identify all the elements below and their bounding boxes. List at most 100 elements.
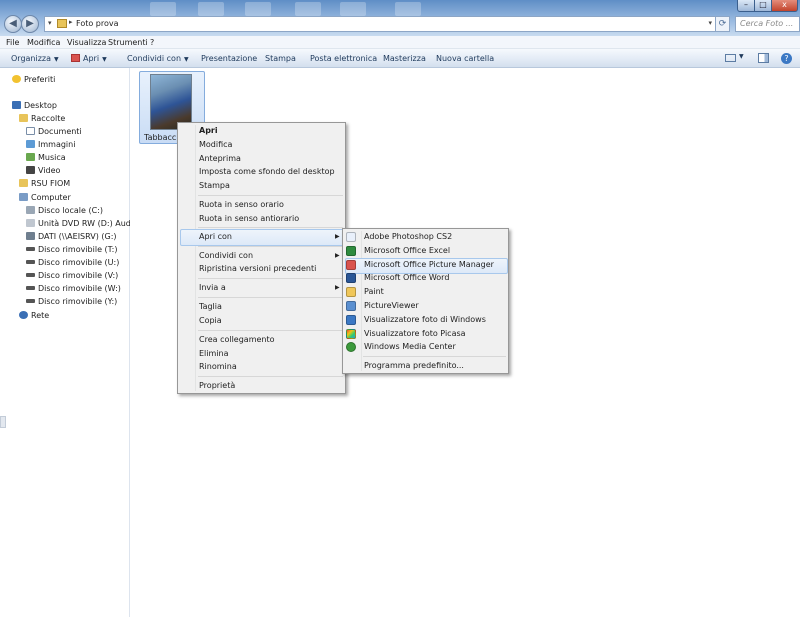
ctx-imposta-sfondo[interactable]: Imposta come sfondo del desktop xyxy=(199,165,335,178)
chevron-down-icon[interactable]: ▼ xyxy=(739,53,744,60)
nav-documenti[interactable]: Documenti xyxy=(26,126,82,138)
nav-label: Musica xyxy=(38,153,66,162)
network-drive-icon xyxy=(26,232,35,240)
ctx-ripristina[interactable]: Ripristina versioni precedenti xyxy=(199,262,316,275)
submenu-arrow-icon: ▶ xyxy=(335,284,340,291)
menu-file[interactable]: File xyxy=(6,37,19,48)
menu-gutter xyxy=(361,231,362,371)
app-excel[interactable]: Microsoft Office Excel xyxy=(364,244,450,257)
ctx-modifica[interactable]: Modifica xyxy=(199,138,232,151)
nav-label: Disco rimovibile (W:) xyxy=(38,284,121,293)
app-pictureviewer[interactable]: PictureViewer xyxy=(364,299,419,312)
ctx-crea-collegamento[interactable]: Crea collegamento xyxy=(199,333,275,346)
removable-drive-icon xyxy=(26,247,35,251)
app-media-center[interactable]: Windows Media Center xyxy=(364,340,456,353)
refresh-icon[interactable]: ⟳ xyxy=(716,16,730,32)
nav-user[interactable]: RSU FIOM xyxy=(19,178,70,190)
pane-splitter-handle[interactable] xyxy=(0,416,6,428)
ctx-copia[interactable]: Copia xyxy=(199,314,222,327)
menu-visualizza[interactable]: Visualizza xyxy=(67,37,106,48)
help-icon[interactable]: ? xyxy=(781,53,792,64)
taskbar-ghost-icon xyxy=(395,2,421,16)
condividi-button[interactable]: Condividi con ▼ xyxy=(127,53,189,65)
nav-drive-t[interactable]: Disco rimovibile (T:) xyxy=(26,244,117,256)
address-dropdown-icon[interactable]: ▾ xyxy=(708,19,712,27)
nav-network[interactable]: Rete xyxy=(19,310,49,322)
open-with-submenu: Adobe Photoshop CS2 Microsoft Office Exc… xyxy=(342,228,509,374)
menu-strumenti[interactable]: Strumenti xyxy=(108,37,148,48)
menu-separator xyxy=(363,356,506,357)
view-options-icon[interactable] xyxy=(725,54,736,62)
ctx-elimina[interactable]: Elimina xyxy=(199,347,229,360)
maximize-button[interactable]: □ xyxy=(754,0,772,12)
nuova-cartella-button[interactable]: Nuova cartella xyxy=(436,53,494,64)
ctx-apri-con[interactable]: Apri con xyxy=(199,230,232,243)
nav-drive-g[interactable]: DATI (\\AEISRV) (G:) xyxy=(26,231,117,243)
pictures-icon xyxy=(26,140,35,148)
back-arrow-icon[interactable]: ◀ xyxy=(4,15,22,33)
ctx-anteprima[interactable]: Anteprima xyxy=(199,152,241,165)
taskbar-ghost-icon xyxy=(150,2,176,16)
app-word[interactable]: Microsoft Office Word xyxy=(364,271,449,284)
apri-button[interactable]: Apri ▼ xyxy=(71,53,107,65)
taskbar-ghost-icon xyxy=(245,2,271,16)
nav-label: Disco rimovibile (U:) xyxy=(38,258,120,267)
app-windows-photo-viewer[interactable]: Visualizzatore foto di Windows xyxy=(364,313,486,326)
nav-libraries[interactable]: Raccolte xyxy=(19,113,65,125)
menu-help[interactable]: ? xyxy=(150,37,154,48)
app-paint[interactable]: Paint xyxy=(364,285,384,298)
ctx-ruota-orario[interactable]: Ruota in senso orario xyxy=(199,198,284,211)
nav-drive-d[interactable]: Unità DVD RW (D:) Audio CD xyxy=(26,218,130,230)
nav-computer[interactable]: Computer xyxy=(19,192,71,204)
history-dropdown-icon[interactable]: ▾ xyxy=(48,19,52,27)
breadcrumb-separator-icon: ▸ xyxy=(69,18,73,26)
user-folder-icon xyxy=(19,179,28,187)
word-icon xyxy=(346,273,356,283)
ctx-condividi-con[interactable]: Condividi con xyxy=(199,249,253,262)
menu-modifica[interactable]: Modifica xyxy=(27,37,60,48)
ctx-rinomina[interactable]: Rinomina xyxy=(199,360,237,373)
nav-drive-y[interactable]: Disco rimovibile (Y:) xyxy=(26,296,117,308)
posta-elettronica-button[interactable]: Posta elettronica xyxy=(310,53,377,64)
nav-video[interactable]: Video xyxy=(26,165,60,177)
nav-drive-u[interactable]: Disco rimovibile (U:) xyxy=(26,257,119,269)
breadcrumb[interactable]: Foto prova xyxy=(76,18,119,30)
nav-label: Documenti xyxy=(38,127,82,136)
nav-immagini[interactable]: Immagini xyxy=(26,139,75,151)
nav-desktop[interactable]: Desktop xyxy=(12,100,57,112)
masterizza-button[interactable]: Masterizza xyxy=(383,53,426,64)
apri-label: Apri xyxy=(83,54,100,63)
menu-separator xyxy=(198,278,343,279)
app-picasa[interactable]: Visualizzatore foto Picasa xyxy=(364,327,466,340)
forward-arrow-icon[interactable]: ▶ xyxy=(21,15,39,33)
search-input[interactable]: Cerca Foto ... xyxy=(735,16,800,32)
close-button[interactable]: x xyxy=(771,0,798,12)
menu-separator xyxy=(198,227,343,228)
menu-separator xyxy=(198,246,343,247)
dvd-drive-icon xyxy=(26,219,35,227)
ctx-invia-a[interactable]: Invia a xyxy=(199,281,226,294)
app-photoshop[interactable]: Adobe Photoshop CS2 xyxy=(364,230,452,243)
preview-pane-icon[interactable] xyxy=(758,53,769,63)
chevron-down-icon: ▼ xyxy=(184,56,189,63)
organizza-button[interactable]: Organizza ▼ xyxy=(11,53,59,65)
stampa-button[interactable]: Stampa xyxy=(265,53,296,64)
menu-separator xyxy=(198,297,343,298)
nav-favorites[interactable]: Preferiti xyxy=(12,74,55,86)
ctx-ruota-antiorario[interactable]: Ruota in senso antiorario xyxy=(199,212,299,225)
app-picture-manager[interactable]: Microsoft Office Picture Manager xyxy=(364,258,494,271)
star-icon xyxy=(12,75,21,83)
minimize-button[interactable]: – xyxy=(737,0,755,12)
nav-drive-c[interactable]: Disco locale (C:) xyxy=(26,205,103,217)
ctx-apri[interactable]: Apri xyxy=(199,124,218,137)
ctx-stampa[interactable]: Stampa xyxy=(199,179,230,192)
nav-musica[interactable]: Musica xyxy=(26,152,66,164)
nav-drive-v[interactable]: Disco rimovibile (V:) xyxy=(26,270,118,282)
address-bar[interactable]: ▾ ▸ Foto prova ▾ xyxy=(44,16,716,32)
ctx-taglia[interactable]: Taglia xyxy=(199,300,222,313)
presentazione-button[interactable]: Presentazione xyxy=(201,53,257,64)
organizza-label: Organizza xyxy=(11,54,52,63)
ctx-proprieta[interactable]: Proprietà xyxy=(199,379,235,392)
nav-drive-w[interactable]: Disco rimovibile (W:) xyxy=(26,283,121,295)
app-default-program[interactable]: Programma predefinito... xyxy=(364,359,464,372)
